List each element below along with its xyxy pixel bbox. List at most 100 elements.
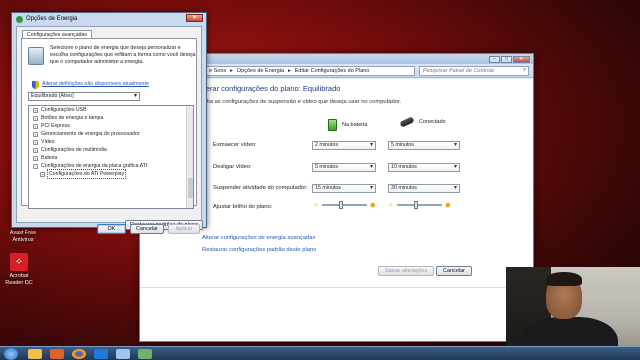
tree-item-label: Gerenciamento de energia do processador [41, 131, 140, 137]
expand-icon[interactable]: + [33, 131, 38, 137]
column-label: Na bateria [342, 122, 368, 128]
dim-sun-icon: ☼ [388, 202, 394, 208]
tree-item-label: PCI Express [41, 123, 70, 129]
slider-track [321, 201, 367, 209]
cancel-button[interactable]: Cancelar [130, 224, 164, 234]
taskbar [0, 346, 640, 360]
teamviewer-icon[interactable] [94, 348, 108, 359]
collapse-icon[interactable]: − [33, 163, 38, 169]
tree-item[interactable]: + Configurações de multimídia [29, 146, 193, 154]
presenter-hair [546, 272, 582, 286]
brightness-label: Ajustar brilho do plano: [213, 204, 273, 210]
ok-button[interactable]: OK [97, 224, 126, 234]
power-options-icon[interactable] [138, 348, 152, 359]
tree-item-label: Vídeo [41, 139, 55, 145]
dialog-close-button[interactable]: ✕ [186, 14, 203, 22]
dim-sun-icon: ☼ [313, 202, 319, 208]
tree-item[interactable]: − Configurações de energia da placa gráfi… [29, 162, 193, 170]
expand-icon[interactable]: + [33, 139, 38, 145]
expand-icon[interactable]: + [33, 115, 38, 121]
vertical-scrollbar[interactable] [186, 106, 193, 208]
page-subtitle: olha as configurações de suspensão e víd… [202, 99, 402, 105]
shield-icon [32, 81, 39, 89]
slider-thumb[interactable] [414, 201, 419, 209]
column-plugged: Conectado [399, 116, 446, 128]
bright-sun-icon: ✹ [369, 200, 377, 210]
page-title: lterar configurações do plano: Equilibra… [202, 84, 341, 93]
battery-icon [328, 119, 337, 131]
restore-defaults-link[interactable]: Restaurar configurações padrão deste pla… [202, 247, 316, 253]
breadcrumb-item[interactable]: e Sons [209, 68, 226, 74]
maximize-button[interactable]: □ [501, 55, 512, 63]
dim-display-plugged-select[interactable]: 5 minutos [388, 141, 460, 150]
column-battery: Na bateria [328, 119, 367, 131]
tree-item-label: Configurações do ATI Powerplay [46, 169, 127, 179]
turn-off-display-battery-select[interactable]: 5 minutos [312, 163, 376, 172]
control-panel-icon[interactable] [116, 348, 130, 359]
expand-icon[interactable]: + [33, 147, 38, 153]
acrobat-icon: ⟡ [10, 253, 28, 271]
tree-item-label: Configurações de energia da placa gráfic… [41, 163, 148, 169]
tree-item-label: Configurações USB [41, 107, 87, 113]
desktop-icon-label: Avast Free Antivirus [9, 230, 37, 243]
expand-icon[interactable]: + [33, 107, 38, 113]
search-placeholder: Pesquisar Painel de Controle [423, 67, 495, 74]
minimize-button[interactable]: – [489, 55, 500, 63]
power-icon [16, 15, 23, 23]
plan-select[interactable]: Equilibrado [Ativo] [28, 92, 140, 101]
save-button[interactable]: Salvar alterações [378, 266, 434, 276]
dim-display-battery-select[interactable]: 2 minutos [312, 141, 376, 150]
change-settings-link[interactable]: Alterar definições não disponíveis atual… [42, 81, 149, 87]
tree-item[interactable]: + PCI Express [29, 122, 193, 130]
tree-item[interactable]: + Configurações USB [29, 106, 193, 114]
start-button[interactable] [4, 347, 18, 360]
dim-display-label: Esmaecer vídeo: [213, 142, 257, 148]
divider [140, 287, 533, 288]
expand-icon[interactable]: + [33, 155, 38, 161]
breadcrumb-item[interactable]: Opções de Energia [237, 68, 284, 74]
tree-item[interactable]: + Vídeo [29, 138, 193, 146]
explorer-icon[interactable] [28, 348, 42, 359]
dialog-title: Opções de Energia [26, 16, 78, 22]
breadcrumb-item[interactable]: Editar Configurações do Plano [295, 68, 370, 74]
scrollbar-thumb[interactable] [188, 178, 193, 198]
media-icon[interactable] [50, 348, 64, 359]
settings-tree[interactable]: + Configurações USB + Botões de energia e … [28, 105, 194, 209]
plug-icon [399, 116, 415, 128]
tree-item[interactable]: + Configurações do ATI Powerplay [29, 169, 193, 179]
expand-icon[interactable]: + [40, 171, 45, 177]
brightness-plugged-slider[interactable]: ☼ ✹ [388, 200, 452, 210]
slider-thumb[interactable] [339, 201, 344, 209]
tree-item-label: Botões de energia e tampa [41, 115, 104, 121]
computer-icon [28, 47, 44, 65]
breadcrumb-separator: ▸ [287, 67, 291, 74]
bright-sun-icon: ✹ [444, 200, 452, 210]
tree-item-label: Configurações de multimídia [41, 147, 107, 153]
desktop-icon-acrobat[interactable]: ⟡ Acrobat Reader DC [0, 253, 38, 286]
turn-off-display-label: Desligar vídeo: [213, 164, 252, 170]
cancel-button[interactable]: Cancelar [436, 266, 472, 276]
dialog-description: Selecione o plano de energia que deseja … [50, 45, 196, 65]
tree-item[interactable]: + Bateria [29, 154, 193, 162]
chrome-icon[interactable] [72, 348, 86, 359]
dialog-caption: Opções de Energia [12, 13, 206, 25]
expand-icon[interactable]: + [33, 123, 38, 129]
dialog-body: Configurações avançadas Selecione o plan… [16, 26, 203, 234]
tree-item[interactable]: + Gerenciamento de energia do processador [29, 130, 193, 138]
advanced-settings-link[interactable]: Alterar configurações de energia avançad… [202, 235, 315, 241]
column-label: Conectado [419, 119, 446, 125]
power-options-dialog: Opções de Energia ✕ Configurações avança… [11, 12, 207, 234]
apply-button[interactable]: Aplicar [168, 224, 200, 234]
turn-off-display-plugged-select[interactable]: 10 minutos [388, 163, 460, 172]
brightness-battery-slider[interactable]: ☼ ✹ [313, 200, 377, 210]
search-icon: ⌕ [522, 67, 526, 73]
breadcrumb-separator: ▸ [230, 67, 233, 74]
search-input[interactable]: Pesquisar Painel de Controle ⌕ [419, 65, 529, 76]
sleep-battery-select[interactable]: 15 minutos [312, 184, 376, 193]
sleep-plugged-select[interactable]: 30 minutos [388, 184, 460, 193]
desktop-icon-label: Acrobat Reader DC [5, 273, 33, 286]
tree-item[interactable]: + Botões de energia e tampa [29, 114, 193, 122]
tab-page: Selecione o plano de energia que deseja … [21, 38, 203, 230]
close-button[interactable]: ✕ [513, 55, 530, 63]
sleep-label: Suspender atividade do computador: [213, 185, 308, 191]
